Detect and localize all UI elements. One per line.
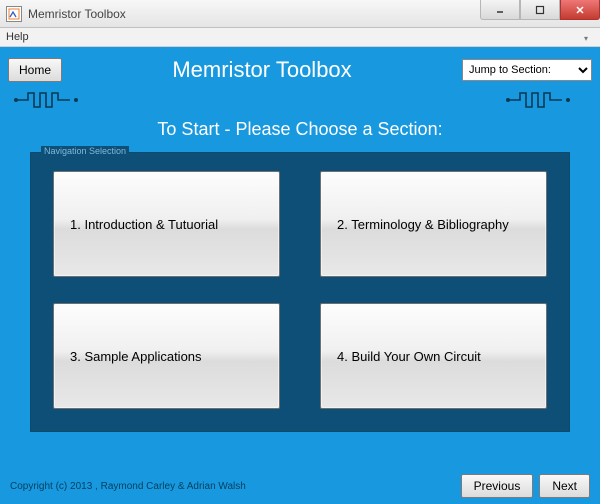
- copyright-text: Copyright (c) 2013 , Raymond Carley & Ad…: [10, 481, 455, 492]
- menubar: Help ▾: [0, 28, 600, 47]
- home-button[interactable]: Home: [8, 58, 62, 82]
- window-titlebar: Memristor Toolbox: [0, 0, 600, 28]
- app-title: Memristor Toolbox: [62, 57, 462, 83]
- jump-to-section-select[interactable]: Jump to Section:: [462, 59, 592, 81]
- window-title: Memristor Toolbox: [28, 7, 126, 21]
- page-subtitle: To Start - Please Choose a Section:: [8, 119, 592, 140]
- nav-button-label: 4. Build Your Own Circuit: [337, 349, 481, 364]
- nav-button-terminology[interactable]: 2. Terminology & Bibliography: [320, 171, 547, 277]
- menubar-grip-icon: ▾: [584, 34, 594, 40]
- main-panel: Home Memristor Toolbox Jump to Section: …: [0, 47, 600, 504]
- nav-button-build-circuit[interactable]: 4. Build Your Own Circuit: [320, 303, 547, 409]
- navigation-panel-legend: Navigation Selection: [41, 146, 129, 156]
- previous-button[interactable]: Previous: [461, 474, 534, 498]
- window-close-button[interactable]: [560, 0, 600, 20]
- next-button[interactable]: Next: [539, 474, 590, 498]
- navigation-panel: Navigation Selection 1. Introduction & T…: [30, 152, 570, 432]
- memristor-glyph-right-icon: [506, 89, 586, 111]
- app-icon: [6, 6, 22, 22]
- nav-button-introduction[interactable]: 1. Introduction & Tutuorial: [53, 171, 280, 277]
- window-maximize-button[interactable]: [520, 0, 560, 20]
- memristor-glyph-left-icon: [14, 89, 94, 111]
- nav-button-label: 2. Terminology & Bibliography: [337, 217, 509, 232]
- menu-help[interactable]: Help: [6, 31, 29, 43]
- nav-button-sample-applications[interactable]: 3. Sample Applications: [53, 303, 280, 409]
- window-minimize-button[interactable]: [480, 0, 520, 20]
- nav-button-label: 3. Sample Applications: [70, 349, 202, 364]
- nav-button-label: 1. Introduction & Tutuorial: [70, 217, 218, 232]
